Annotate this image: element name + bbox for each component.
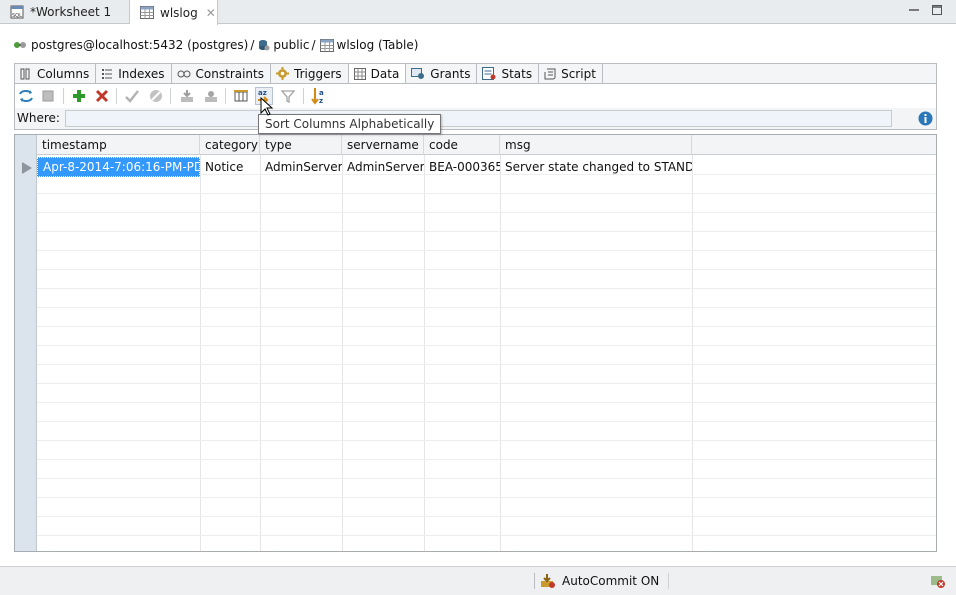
column-header-msg[interactable]: msg	[500, 135, 692, 155]
grid-row-line	[37, 421, 936, 422]
tab-columns[interactable]: Columns	[15, 64, 97, 83]
columns-icon	[20, 68, 32, 80]
insert-row-icon[interactable]	[70, 87, 88, 105]
data-grid-icon	[353, 67, 366, 80]
object-subtabs: Columns Indexes Constraints Triggers Dat…	[14, 63, 937, 84]
commit-icon[interactable]	[123, 87, 141, 105]
cell-category[interactable]: Notice	[200, 157, 260, 177]
svg-text:SQL: SQL	[12, 13, 22, 19]
column-header-category[interactable]: category	[200, 135, 260, 155]
row-header-column	[15, 135, 37, 551]
rollback-icon[interactable]	[147, 87, 165, 105]
cell-servername[interactable]: AdminServer	[342, 157, 424, 177]
grid-row-line	[37, 402, 936, 403]
grants-icon	[411, 67, 425, 80]
delete-row-icon[interactable]	[93, 87, 111, 105]
tab-wlslog[interactable]: wlslog ✕	[130, 0, 218, 25]
column-header-timestamp[interactable]: timestamp	[37, 135, 200, 155]
tab-label: wlslog	[160, 5, 198, 20]
table-icon	[140, 6, 154, 19]
indexes-icon	[101, 68, 113, 80]
tab-worksheet-1[interactable]: SQL *Worksheet 1	[0, 0, 130, 24]
grid-row-line	[37, 440, 936, 441]
grid-lines	[37, 155, 936, 551]
cell-type[interactable]: AdminServer	[260, 157, 342, 177]
grid-row-line	[37, 478, 936, 479]
script-icon	[544, 68, 556, 80]
tab-data[interactable]: Data	[348, 64, 407, 83]
grid-row-line	[37, 459, 936, 460]
gear-icon	[276, 67, 289, 80]
breadcrumb: postgres@localhost:5432 (postgres) / pub…	[12, 36, 418, 54]
tooltip: Sort Columns Alphabetically	[258, 114, 442, 134]
column-header-code[interactable]: code	[424, 135, 500, 155]
stop-icon[interactable]	[39, 87, 57, 105]
info-icon[interactable]	[918, 111, 933, 126]
grid-row-line	[37, 535, 936, 536]
grid-row-line	[37, 345, 936, 346]
table-row[interactable]: Apr-8-2014-7:06:16-PM-PDT Notice AdminSe…	[37, 157, 936, 177]
close-icon[interactable]: ✕	[206, 6, 216, 20]
grid-row-line	[37, 269, 936, 270]
grid-row-line	[37, 250, 936, 251]
tab-triggers[interactable]: Triggers	[271, 64, 349, 83]
column-header-servername[interactable]: servername	[342, 135, 424, 155]
grid-row-line	[37, 326, 936, 327]
data-toolbar: az az	[14, 84, 937, 108]
export-icon[interactable]	[178, 87, 196, 105]
refresh-icon[interactable]	[17, 87, 35, 105]
where-filter-row: Where:	[14, 108, 937, 130]
cell-code[interactable]: BEA-000365	[424, 157, 500, 177]
freeze-columns-icon[interactable]	[232, 87, 250, 105]
filter-icon[interactable]	[279, 87, 297, 105]
autocommit-icon	[540, 573, 556, 589]
breadcrumb-schema[interactable]: public	[273, 38, 309, 52]
connection-icon	[12, 38, 28, 52]
editor-tab-bar: SQL *Worksheet 1 wlslog ✕	[0, 0, 956, 25]
tab-indexes[interactable]: Indexes	[96, 64, 172, 83]
svg-text:az: az	[258, 89, 267, 97]
grid-row-line	[37, 516, 936, 517]
svg-text:a: a	[319, 89, 324, 97]
autocommit-status[interactable]: AutoCommit ON	[540, 573, 659, 589]
tab-stats[interactable]: Stats	[477, 64, 540, 83]
notification-icon[interactable]	[930, 573, 946, 592]
tab-label: *Worksheet 1	[30, 5, 112, 19]
cell-msg[interactable]: Server state changed to STANDBY	[500, 157, 692, 177]
grid-row-line	[37, 497, 936, 498]
maximize-icon[interactable]	[931, 4, 943, 16]
data-grid: timestamp category type servername code …	[14, 134, 937, 552]
import-icon[interactable]	[202, 87, 220, 105]
breadcrumb-table[interactable]: wlslog (Table)	[337, 38, 419, 52]
tab-grants[interactable]: Grants	[406, 64, 478, 83]
cell-timestamp[interactable]: Apr-8-2014-7:06:16-PM-PDT	[37, 157, 200, 177]
tab-constraints[interactable]: Constraints	[172, 64, 271, 83]
grid-row-line	[37, 364, 936, 365]
grid-row-line	[37, 212, 936, 213]
grid-row-line	[37, 383, 936, 384]
minimize-icon[interactable]	[908, 4, 920, 16]
stats-icon	[482, 67, 496, 80]
grid-header-row: timestamp category type servername code …	[37, 135, 936, 155]
constraints-icon	[177, 68, 191, 80]
where-label: Where:	[17, 111, 60, 125]
column-header-type[interactable]: type	[260, 135, 342, 155]
svg-text:z: z	[319, 97, 323, 105]
where-input[interactable]	[65, 110, 892, 127]
table-icon	[319, 38, 334, 52]
sort-icon[interactable]: az	[310, 87, 328, 105]
tab-script[interactable]: Script	[539, 64, 603, 83]
status-bar: AutoCommit ON	[0, 566, 956, 595]
grid-row-line	[37, 193, 936, 194]
current-row-arrow-icon	[22, 162, 32, 174]
mouse-cursor-icon	[260, 97, 274, 116]
grid-row-line	[37, 307, 936, 308]
grid-row-line	[37, 231, 936, 232]
sql-worksheet-icon: SQL	[10, 5, 24, 19]
schema-icon	[258, 38, 270, 52]
grid-row-line	[37, 288, 936, 289]
breadcrumb-connection[interactable]: postgres@localhost:5432 (postgres)	[31, 38, 248, 52]
